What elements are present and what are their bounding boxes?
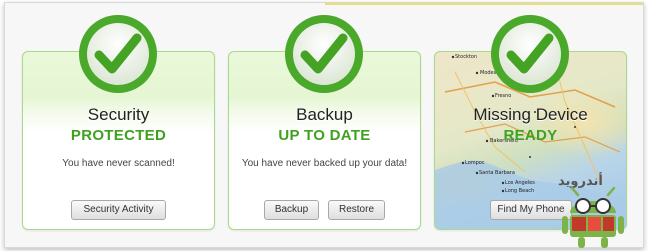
dashboard-panel: Security PROTECTED You have never scanne… (4, 2, 644, 248)
map-label: Lompoc (465, 160, 485, 166)
card-title: Backup (296, 105, 353, 124)
status-label: UP TO DATE (278, 127, 371, 144)
map-label: Stockton (455, 54, 477, 60)
android-watermark-logo: أندرويد (558, 172, 624, 248)
map-label: Long Beach (505, 188, 534, 194)
check-icon (491, 15, 569, 93)
card-title: Security (87, 105, 150, 124)
status-label: PROTECTED (70, 127, 167, 144)
card-message: You have never backed up your data! (241, 158, 408, 169)
security-activity-button[interactable]: Security Activity (71, 200, 166, 220)
map-label: Los Angeles (505, 180, 535, 186)
card-title: Missing Device (473, 105, 588, 124)
backup-button[interactable]: Backup (264, 200, 319, 220)
restore-button[interactable]: Restore (328, 200, 385, 220)
map-label: Santa Barbara (479, 170, 515, 176)
watermark-text: أندرويد (558, 172, 603, 189)
card-message: You have never scanned! (62, 158, 175, 169)
check-icon (79, 15, 157, 93)
check-icon (285, 15, 363, 93)
status-label: READY (503, 127, 558, 144)
